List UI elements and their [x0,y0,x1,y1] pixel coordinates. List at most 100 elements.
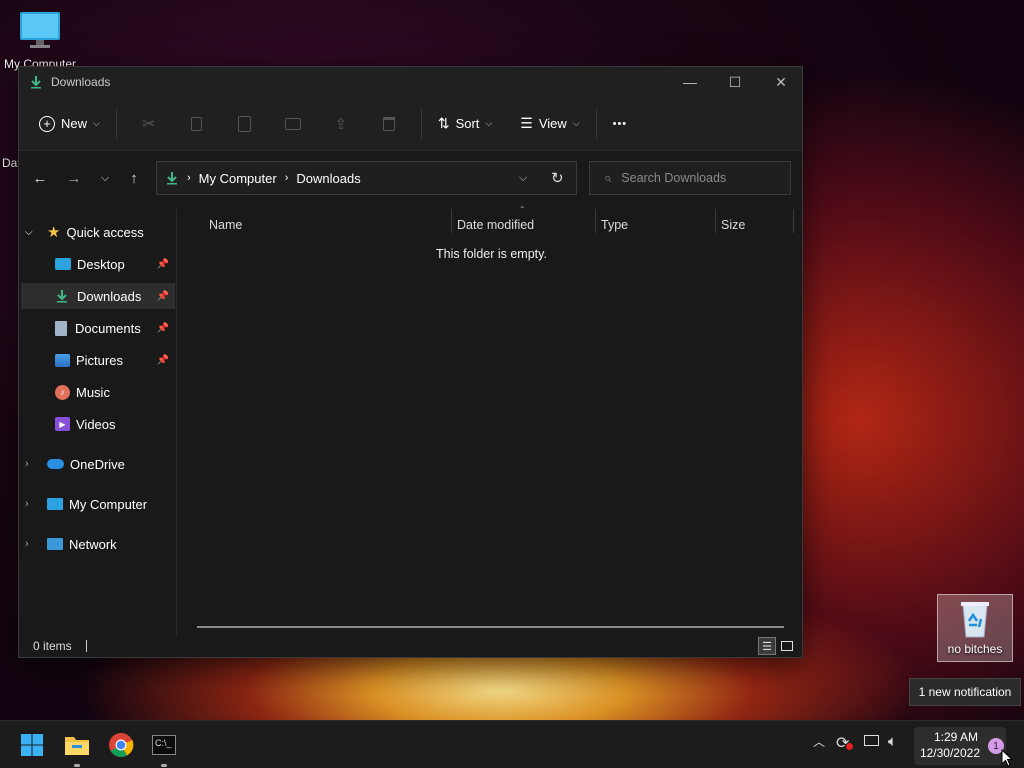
column-divider[interactable] [793,209,794,233]
videos-icon: ▶ [55,417,70,431]
tiles-view-button[interactable] [778,637,796,655]
copy-icon [191,116,203,131]
chevron-right-icon: › [25,458,29,470]
network-icon [47,538,63,550]
breadcrumb-downloads[interactable]: Downloads [296,171,360,186]
more-options-button[interactable]: ••• [605,107,636,141]
new-button[interactable]: + New ⌵ [31,107,108,141]
command-bar: + New ⌵ ✂ ⇪ ⇅ Sort ⌵ ☰ View ⌵ ••• [19,97,802,151]
desktop-icon-my-computer[interactable]: My Computer [2,10,78,71]
column-divider[interactable] [451,209,452,233]
copy-button[interactable] [173,107,221,141]
chevron-down-icon: ⌵ [572,118,580,128]
notification-tooltip-text: 1 new notification [918,685,1012,699]
sort-caret-icon: ⌃ [519,205,526,214]
show-hidden-icons-button[interactable]: ︿ [813,733,825,750]
sidebar-network[interactable]: › Network [25,531,175,557]
download-icon [167,172,177,185]
file-explorer-window: Downloads — ☐ ✕ + New ⌵ ✂ ⇪ ⇅ Sort ⌵ ☰ V… [18,66,803,658]
item-count: 0 items [33,639,72,653]
sidebar-item-documents[interactable]: Documents 📌 [21,315,175,341]
paste-button[interactable] [221,107,269,141]
clock[interactable]: 1:29 AM 12/30/2022 1 [914,727,1006,765]
trash-icon [382,116,395,131]
tiles-icon [781,641,793,651]
status-bar: 0 items ☰ [19,635,802,657]
forward-button[interactable]: → [59,163,89,193]
cut-button[interactable]: ✂ [125,107,173,141]
close-button[interactable]: ✕ [758,67,804,97]
back-button[interactable]: ← [25,163,55,193]
divider [420,108,422,139]
recycle-bin-label: no bitches [947,642,1003,656]
maximize-button[interactable]: ☐ [712,67,758,97]
minimize-button[interactable]: — [667,67,713,97]
column-header-name[interactable]: Name [209,214,242,236]
up-button[interactable]: ↑ [119,163,149,193]
share-icon: ⇪ [334,115,348,133]
chrome-taskbar-button[interactable] [105,729,137,761]
horizontal-scrollbar[interactable] [197,626,784,628]
sidebar-onedrive[interactable]: › OneDrive [25,451,175,477]
plus-circle-icon: + [39,115,55,132]
chevron-right-icon: › [25,538,29,550]
sidebar-my-computer[interactable]: › My Computer [25,491,175,517]
column-divider[interactable] [715,209,716,233]
sidebar-item-downloads[interactable]: Downloads 📌 [21,283,175,309]
recent-locations-button[interactable]: ⌵ [90,163,120,193]
column-header-type[interactable]: Type [601,214,628,236]
download-icon [31,76,41,89]
column-divider[interactable] [595,209,596,233]
search-icon: ⌕ [604,170,612,185]
address-dropdown-icon[interactable]: ⌵ [519,172,527,185]
document-icon [55,320,67,336]
empty-folder-message: This folder is empty. [436,247,547,261]
desktop-icon-recycle-bin[interactable]: no bitches [937,594,1013,662]
windows-logo-icon [21,734,43,756]
sidebar-quick-access[interactable]: ⌵ ★ Quick access [25,219,175,245]
sidebar-item-pictures[interactable]: Pictures 📌 [21,347,175,373]
file-explorer-taskbar-button[interactable] [61,729,93,767]
search-input[interactable]: ⌕ Search Downloads [589,161,791,195]
divider [595,108,597,139]
pictures-icon [55,353,70,367]
recycle-bin-icon [961,602,989,638]
sidebar-onedrive-label: OneDrive [70,456,125,472]
details-view-button[interactable]: ☰ [758,637,776,655]
view-button[interactable]: ☰ View ⌵ [512,107,587,141]
column-header-size[interactable]: Size [721,214,745,236]
divider [115,108,117,139]
view-label: View [538,116,567,131]
monitor-icon [47,498,63,510]
address-bar[interactable]: › My Computer › Downloads ⌵ ↻ [156,161,577,195]
arrow-left-icon: ← [32,169,48,187]
sort-icon: ⇅ [437,115,450,131]
start-button[interactable] [16,729,48,761]
arrow-right-icon: → [66,169,82,187]
sidebar-item-label: Music [76,384,110,400]
terminal-taskbar-button[interactable]: C:\_ [148,729,180,767]
pin-icon: 📌 [156,322,169,334]
music-icon: ♪ [55,384,70,400]
delete-button[interactable] [365,107,413,141]
sidebar-item-label: Pictures [76,352,123,368]
column-header-date-modified[interactable]: Date modified [457,214,534,236]
share-button[interactable]: ⇪ [317,107,365,141]
clock-date: 12/30/2022 [919,746,980,760]
sidebar-item-videos[interactable]: ▶ Videos [21,411,175,437]
refresh-icon[interactable]: ↻ [551,169,564,187]
breadcrumb-my-computer[interactable]: My Computer [199,171,277,186]
sort-button[interactable]: ⇅ Sort ⌵ [430,107,500,141]
sync-icon[interactable]: ⟳ [836,733,853,753]
mouse-cursor-icon [1001,749,1013,767]
sidebar-item-music[interactable]: ♪ Music [21,379,175,405]
sidebar-item-desktop[interactable]: Desktop 📌 [21,251,175,277]
download-icon [57,290,67,303]
folder-icon [65,737,89,755]
network-tray-icon[interactable] [864,733,879,749]
volume-icon[interactable]: 🔈︎ [888,733,897,750]
rename-button[interactable] [269,107,317,141]
chrome-icon [109,733,134,758]
title-bar[interactable]: Downloads — ☐ ✕ [19,67,802,97]
sort-label: Sort [455,116,480,131]
